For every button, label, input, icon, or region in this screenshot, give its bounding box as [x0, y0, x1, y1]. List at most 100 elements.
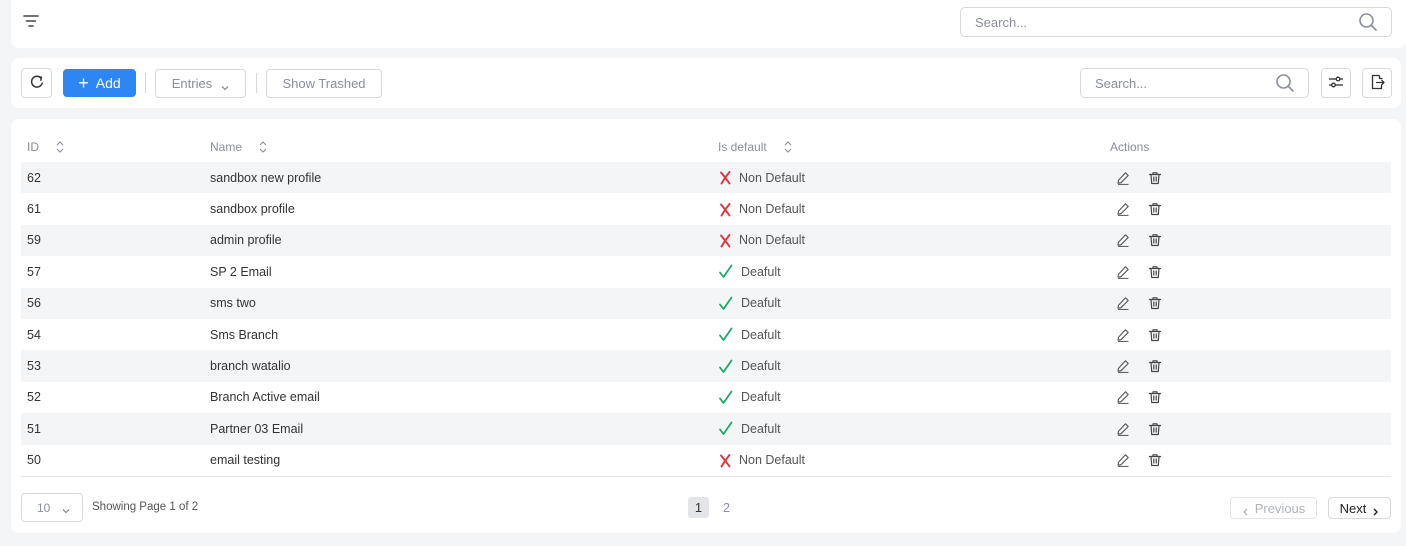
add-button-label: Add	[95, 75, 121, 91]
trash-icon[interactable]	[1148, 296, 1162, 310]
cell-is-default: Non Default	[718, 224, 1110, 257]
cell-is-default: Deafult	[718, 382, 1110, 413]
cell-name: Branch Active email	[210, 390, 320, 405]
export-button[interactable]	[1362, 68, 1392, 98]
column-settings-button[interactable]	[1321, 68, 1351, 98]
refresh-button[interactable]	[21, 68, 52, 98]
search-icon[interactable]	[1357, 11, 1379, 33]
trash-icon[interactable]	[1148, 265, 1162, 279]
edit-icon[interactable]	[1116, 296, 1130, 311]
cell-name: sandbox new profile	[210, 162, 718, 194]
toolbar-divider	[256, 73, 257, 93]
cell-id: 50	[27, 453, 41, 468]
sort-icon[interactable]	[259, 140, 267, 154]
trash-icon[interactable]	[1148, 359, 1162, 373]
table-row[interactable]: 57 SP 2 Email Deafult	[21, 256, 1391, 287]
cell-is-default: Non Default	[718, 162, 1110, 194]
cell-is-default: Deafult	[718, 256, 1110, 287]
edit-icon[interactable]	[1116, 453, 1130, 468]
check-icon	[718, 390, 733, 405]
edit-icon[interactable]	[1116, 328, 1130, 342]
add-button[interactable]: + Add	[63, 69, 136, 97]
cell-actions	[1110, 256, 1391, 287]
cell-name: sandbox profile	[210, 202, 295, 217]
table-row[interactable]: 62 sandbox new profile Non Default	[21, 162, 1391, 194]
trash-icon[interactable]	[1148, 453, 1162, 467]
table-row[interactable]: 54 Sms Branch Deafult	[21, 319, 1391, 350]
top-bar	[11, 0, 1406, 48]
cell-name: email testing	[210, 453, 281, 468]
trash-icon[interactable]	[1148, 233, 1162, 247]
filter-menu-icon[interactable]	[23, 14, 39, 28]
trash-icon[interactable]	[1148, 422, 1162, 436]
search-icon[interactable]	[1274, 72, 1296, 94]
edit-icon[interactable]	[1116, 202, 1130, 216]
cell-actions	[1110, 224, 1391, 257]
table-row[interactable]: 50 email testing Non Default	[21, 445, 1391, 476]
cell-id: 62	[21, 162, 210, 194]
cell-actions	[1110, 319, 1391, 350]
cell-id: 57	[27, 264, 41, 279]
edit-icon[interactable]	[1116, 390, 1130, 405]
trash-icon[interactable]	[1148, 390, 1162, 404]
sort-icon[interactable]	[784, 140, 792, 154]
trash-icon[interactable]	[1148, 328, 1162, 342]
table-row[interactable]: 56 sms two Deafult	[21, 287, 1391, 319]
page-button-1[interactable]: 1	[688, 497, 709, 518]
cell-name: SP 2 Email	[210, 264, 272, 279]
column-header-name[interactable]: Name	[210, 132, 718, 162]
column-header-id[interactable]: ID	[21, 132, 210, 162]
global-search-input[interactable]	[961, 14, 1357, 30]
cell-name: sms two	[210, 287, 718, 319]
table-header-row: ID Name Is default Actions	[21, 132, 1391, 162]
column-header-actions: Actions	[1110, 140, 1150, 154]
cell-actions	[1110, 193, 1391, 224]
divider	[21, 476, 1391, 477]
page-size-select[interactable]: 10	[21, 493, 83, 522]
chevron-down-icon	[62, 504, 70, 513]
edit-icon[interactable]	[1116, 265, 1130, 279]
cell-id: 51	[21, 413, 210, 445]
table-search-input[interactable]	[1081, 75, 1274, 91]
default-status-label: Deafult	[741, 421, 781, 436]
cross-icon	[718, 453, 733, 468]
cross-icon	[718, 233, 733, 248]
sort-icon[interactable]	[56, 140, 64, 154]
trash-icon[interactable]	[1148, 171, 1162, 185]
check-icon	[718, 264, 733, 279]
edit-icon[interactable]	[1116, 171, 1130, 185]
plus-icon: +	[78, 73, 89, 93]
column-header-is-default[interactable]: Is default	[718, 132, 1110, 162]
cell-actions	[1110, 287, 1391, 319]
edit-icon[interactable]	[1116, 359, 1130, 373]
cell-id: 53	[21, 350, 210, 382]
cell-id: 61	[27, 202, 41, 217]
table-row[interactable]: 59 admin profile Non Default	[21, 224, 1391, 257]
page-button-2[interactable]: 2	[716, 497, 737, 518]
default-status-label: Non Default	[739, 202, 806, 217]
table-row[interactable]: 53 branch watalio Deafult	[21, 350, 1391, 382]
table-row[interactable]: 52 Branch Active email Deafult	[21, 382, 1391, 413]
previous-button[interactable]: Previous	[1230, 497, 1317, 519]
cell-is-default: Deafult	[718, 287, 1110, 319]
show-trashed-label: Show Trashed	[282, 76, 366, 91]
trash-icon[interactable]	[1148, 202, 1162, 216]
default-status-label: Non Default	[739, 233, 806, 248]
edit-icon[interactable]	[1116, 233, 1130, 248]
table-row[interactable]: 51 Partner 03 Email Deafult	[21, 413, 1391, 445]
page-status-text: Showing Page 1 of 2	[92, 501, 199, 513]
toolbar: + Add Entries Show Trashed	[11, 58, 1401, 108]
table-search	[1080, 68, 1309, 98]
cell-is-default: Deafult	[718, 319, 1110, 350]
entries-dropdown[interactable]: Entries	[155, 69, 246, 98]
table-row[interactable]: 61 sandbox profile Non Default	[21, 193, 1391, 224]
cross-icon	[718, 170, 733, 185]
next-button[interactable]: Next	[1328, 497, 1391, 519]
cell-actions	[1110, 350, 1391, 382]
edit-icon[interactable]	[1116, 422, 1130, 436]
default-status-label: Non Default	[739, 170, 806, 185]
default-status-label: Deafult	[741, 390, 781, 405]
cell-id: 56	[21, 287, 210, 319]
cell-id: 54	[27, 327, 41, 342]
show-trashed-button[interactable]: Show Trashed	[266, 69, 382, 98]
